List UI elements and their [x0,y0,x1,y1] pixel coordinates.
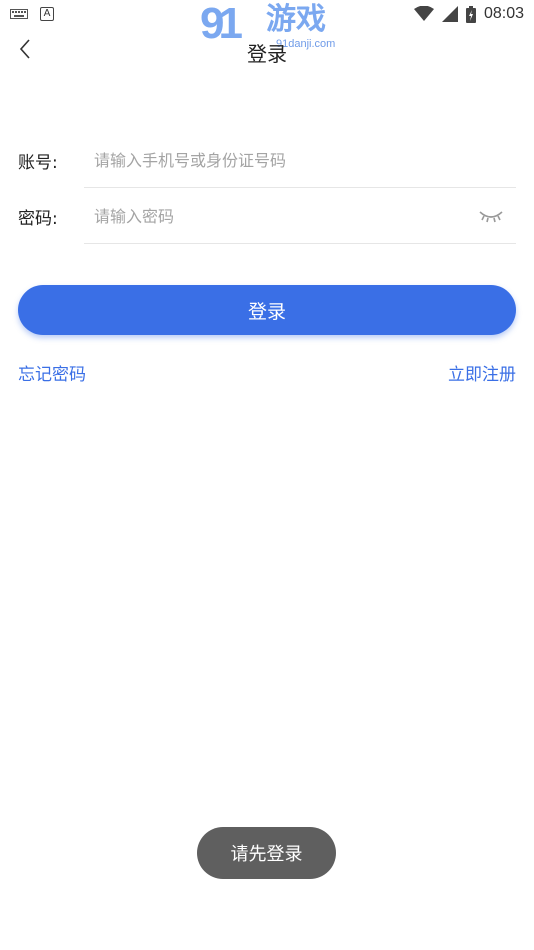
password-input[interactable] [84,196,476,236]
eye-closed-icon[interactable] [478,206,504,226]
account-row: 账号: [0,132,534,188]
password-label: 密码: [18,209,58,229]
password-divider [84,243,516,244]
status-left: A [10,7,54,21]
page-title: 登录 [247,42,287,66]
status-right: 08:03 [413,5,524,23]
keyboard-icon [10,9,28,19]
a-icon: A [40,7,54,21]
account-label: 账号: [18,153,58,173]
cell-signal-icon [441,6,458,22]
account-input[interactable] [84,140,476,180]
toast-message: 请先登录 [197,827,336,879]
register-link[interactable]: 立即注册 [448,360,516,385]
header: 登录 [0,30,534,74]
battery-icon [465,5,476,23]
status-time: 08:03 [483,5,524,22]
wifi-icon [413,6,434,21]
login-button[interactable]: 登录 [18,285,516,335]
forgot-password-link[interactable]: 忘记密码 [18,360,86,385]
password-row: 密码: [0,188,534,244]
